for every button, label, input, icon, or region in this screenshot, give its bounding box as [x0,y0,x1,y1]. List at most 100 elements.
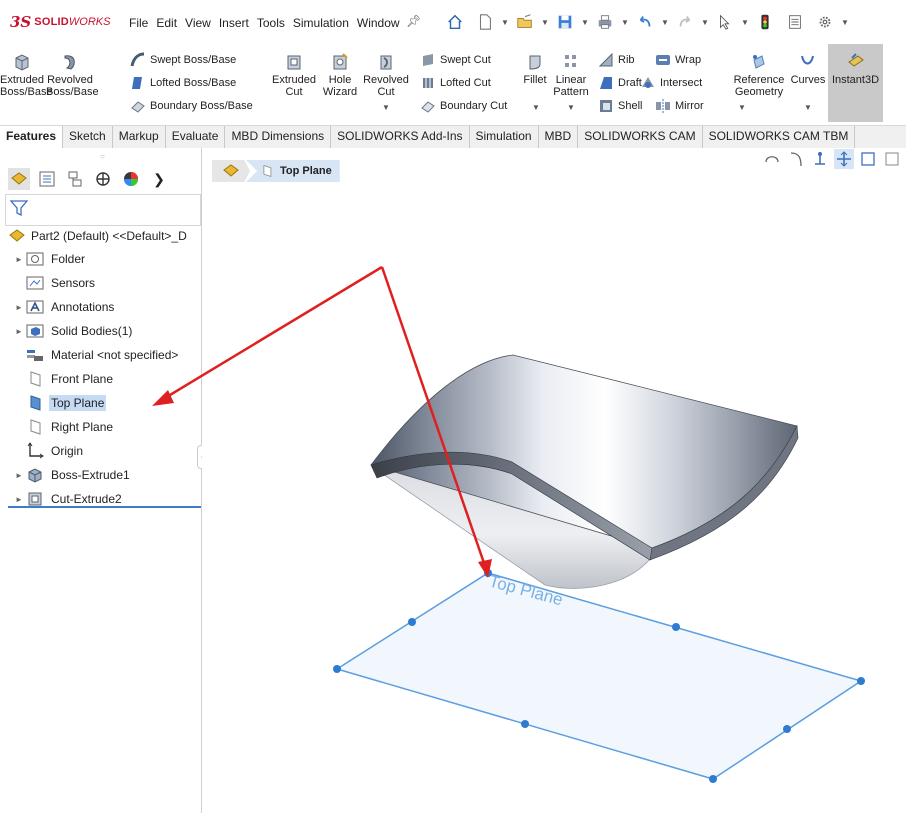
print-dropdown-icon[interactable]: ▼ [620,9,630,35]
expand-arrow-icon[interactable]: ► [12,303,26,312]
open-icon[interactable] [510,9,540,35]
expand-arrow-icon[interactable]: ► [12,495,26,504]
tree-item-material[interactable]: Material <not specified> [12,344,180,366]
panel-grip-icon[interactable]: ○ [100,152,105,161]
options-dropdown-icon[interactable]: ▼ [840,9,850,35]
menu-edit[interactable]: Edit [155,16,178,30]
select-icon[interactable] [710,9,740,35]
expand-tabs-icon[interactable]: ❯ [148,168,170,190]
menu-insert[interactable]: Insert [218,16,250,30]
tree-item-folder[interactable]: ► Folder [12,248,87,270]
breadcrumb-part-icon[interactable] [212,160,250,182]
new-document-icon[interactable] [470,9,500,35]
graphics-area[interactable] [202,148,906,813]
swept-cut-button[interactable]: Swept Cut [420,51,491,69]
tab-mbd-dimensions[interactable]: MBD Dimensions [225,126,332,148]
solidworks-logo[interactable]: 3S SOLID WORKS [10,13,110,31]
tab-mbd[interactable]: MBD [539,126,579,148]
tree-item-right-plane[interactable]: Right Plane [12,416,115,438]
boundary-boss-button[interactable]: Boundary Boss/Base [130,97,253,115]
tab-markup[interactable]: Markup [113,126,166,148]
rib-button[interactable]: Rib [598,51,635,69]
fillet-button[interactable]: Fillet ▼ [520,48,550,112]
tab-simulation[interactable]: Simulation [470,126,539,148]
new-dropdown-icon[interactable]: ▼ [500,9,510,35]
tree-item-sensors[interactable]: Sensors [12,272,97,294]
extruded-boss-button[interactable]: Extruded Boss/Base [0,48,53,98]
feature-tree-tab-icon[interactable] [8,168,30,190]
draft-button[interactable]: Draft [598,74,642,92]
mirror-button[interactable]: Mirror [655,97,704,115]
menu-view[interactable]: View [184,16,212,30]
undo-dropdown-icon[interactable]: ▼ [660,9,670,35]
tab-solidworks-cam-tbm[interactable]: SOLIDWORKS CAM TBM [703,126,856,148]
menu-simulation[interactable]: Simulation [292,16,350,30]
tree-item-origin[interactable]: Origin [12,440,85,462]
tab-solidworks-add-ins[interactable]: SOLIDWORKS Add-Ins [331,126,470,148]
pin-icon[interactable]: 📌︎ [406,14,421,28]
save-dropdown-icon[interactable]: ▼ [580,9,590,35]
menu-tools[interactable]: Tools [256,16,286,30]
options-gear-icon[interactable] [810,9,840,35]
instant3d-button[interactable]: Instant3D [828,44,883,122]
redo-dropdown-icon[interactable]: ▼ [700,9,710,35]
intersect-button[interactable]: Intersect [640,74,702,92]
hole-wizard-button[interactable]: Hole Wizard [320,48,360,98]
filter-icon[interactable] [9,200,29,219]
lofted-boss-button[interactable]: Lofted Boss/Base [130,74,236,92]
curves-button[interactable]: Curves ▼ [788,48,828,112]
tree-item-annotations[interactable]: ► Annotations [12,296,116,318]
tab-evaluate[interactable]: Evaluate [166,126,226,148]
menu-file[interactable]: File [128,16,149,30]
linear-pattern-dropdown-icon[interactable]: ▼ [567,102,575,114]
revolved-cut-dropdown-icon[interactable]: ▼ [382,102,390,114]
tree-root-part[interactable]: Part2 (Default) <<Default>_D [8,225,189,247]
select-dropdown-icon[interactable]: ▼ [740,9,750,35]
menu-window[interactable]: Window [356,16,401,30]
breadcrumb-top-plane[interactable]: Top Plane [246,160,340,182]
lofted-cut-button[interactable]: Lofted Cut [420,74,491,92]
redo-icon[interactable] [670,9,700,35]
shell-button[interactable]: Shell [598,97,642,115]
linear-pattern-button[interactable]: Linear Pattern ▼ [551,48,591,112]
rebuild-icon[interactable] [750,9,780,35]
file-properties-icon[interactable] [780,9,810,35]
curves-dropdown-icon[interactable]: ▼ [804,102,812,114]
swept-boss-button[interactable]: Swept Boss/Base [130,51,236,69]
expand-arrow-icon[interactable]: ► [12,255,26,264]
open-dropdown-icon[interactable]: ▼ [540,9,550,35]
reference-geometry-dropdown-icon[interactable]: ▼ [738,102,746,114]
feature-filter-bar[interactable] [5,194,201,226]
revolved-cut-button[interactable]: Revolved Cut ▼ [362,48,410,112]
display-style-icon[interactable] [882,149,902,169]
display-manager-tab-icon[interactable] [120,168,142,190]
property-manager-tab-icon[interactable] [36,168,58,190]
dimxpert-tab-icon[interactable] [92,168,114,190]
print-icon[interactable] [590,9,620,35]
revolved-boss-button[interactable]: Revolved Boss/Base [46,48,99,98]
home-icon[interactable] [440,9,470,35]
tree-item-solid-bodies[interactable]: ► Solid Bodies(1) [12,320,134,342]
save-icon[interactable] [550,9,580,35]
tree-item-boss-extrude1[interactable]: ► Boss-Extrude1 [12,464,132,486]
fillet-dropdown-icon[interactable]: ▼ [532,102,540,114]
wrap-button[interactable]: Wrap [655,51,701,69]
extruded-cut-button[interactable]: Extruded Cut [270,48,318,98]
tab-features[interactable]: Features [0,126,64,148]
tree-item-front-plane[interactable]: Front Plane [12,368,115,390]
tab-sketch[interactable]: Sketch [63,126,113,148]
zoom-to-fit-icon[interactable] [762,149,782,169]
expand-arrow-icon[interactable]: ► [12,327,26,336]
section-view-icon[interactable] [834,149,854,169]
previous-view-icon[interactable] [810,149,830,169]
zoom-area-icon[interactable] [786,149,806,169]
reference-geometry-button[interactable]: Reference Geometry ▼ [730,48,788,112]
undo-icon[interactable] [630,9,660,35]
configuration-manager-tab-icon[interactable] [64,168,86,190]
rollback-bar[interactable] [8,506,201,508]
expand-arrow-icon[interactable]: ► [12,471,26,480]
view-orientation-icon[interactable] [858,149,878,169]
tab-solidworks-cam[interactable]: SOLIDWORKS CAM [578,126,703,148]
tree-item-top-plane[interactable]: Top Plane [12,392,107,414]
boundary-cut-button[interactable]: Boundary Cut [420,97,507,115]
